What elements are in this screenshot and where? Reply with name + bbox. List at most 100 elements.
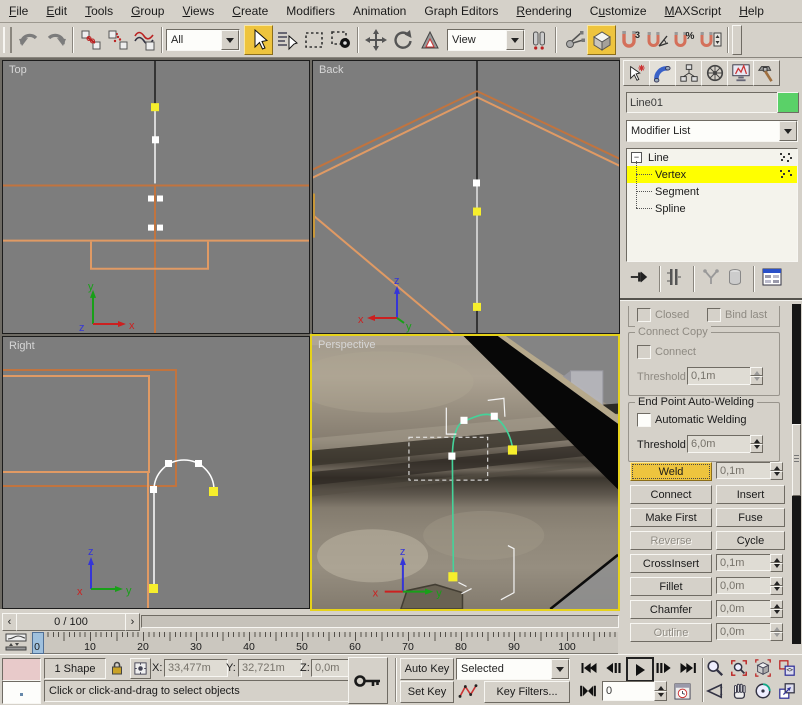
fillet-value-spinner[interactable]	[770, 577, 783, 594]
weld-value-field[interactable]: 0,1m	[716, 462, 776, 479]
select-object-button[interactable]	[244, 25, 273, 55]
connect-button[interactable]: Connect	[630, 485, 712, 504]
weld-button[interactable]: Weld	[630, 462, 712, 481]
percent-snap-button[interactable]: %	[670, 26, 697, 54]
tab-modify[interactable]	[649, 60, 676, 86]
reference-coordsys-dropdown[interactable]: View	[447, 29, 525, 51]
select-and-move-button[interactable]	[362, 26, 389, 54]
maxscript-mini-listener-pink[interactable]	[2, 658, 41, 681]
tab-utilities[interactable]	[753, 60, 780, 86]
select-and-manipulate-button[interactable]	[560, 26, 587, 54]
viewport-right[interactable]: Right z x y	[2, 336, 310, 609]
menu-customize[interactable]: Customize	[581, 4, 656, 18]
connect-checkbox[interactable]	[637, 345, 651, 359]
menu-modifiers[interactable]: Modifiers	[277, 4, 344, 18]
go-to-end-button[interactable]	[677, 658, 699, 678]
next-frame-button[interactable]	[653, 658, 675, 678]
viewport-top-label[interactable]: Top	[9, 64, 27, 76]
show-end-result-button[interactable]	[663, 266, 685, 288]
menu-rendering[interactable]: Rendering	[507, 4, 580, 18]
insert-button[interactable]: Insert	[716, 485, 785, 504]
fuse-button[interactable]: Fuse	[716, 508, 785, 527]
arc-rotate-button[interactable]	[752, 681, 774, 701]
zoom-extents-button[interactable]	[752, 658, 774, 678]
tab-create[interactable]	[623, 60, 650, 86]
select-and-rotate-button[interactable]	[389, 26, 416, 54]
object-name-field[interactable]: Line01	[626, 92, 780, 113]
play-button[interactable]	[626, 657, 654, 682]
select-and-link-button[interactable]	[77, 26, 104, 54]
toolbar-grip[interactable]	[3, 27, 12, 53]
cycle-button[interactable]: Cycle	[716, 531, 785, 550]
time-slider-prev-button[interactable]: ‹	[2, 613, 17, 631]
crossinsert-value-field[interactable]: 0,1m	[716, 554, 776, 571]
menu-tools[interactable]: Tools	[76, 4, 122, 18]
time-slider-handle[interactable]: 0 / 100	[16, 613, 126, 631]
stack-item-spline[interactable]: Spline	[627, 200, 797, 217]
field-of-view-button[interactable]	[704, 681, 726, 701]
menu-views[interactable]: Views	[173, 4, 223, 18]
menu-help[interactable]: Help	[730, 4, 773, 18]
object-color-swatch[interactable]	[777, 92, 799, 113]
lock-selection-button[interactable]	[108, 659, 126, 677]
window-crossing-button[interactable]	[327, 26, 354, 54]
make-first-button[interactable]: Make First	[630, 508, 712, 527]
angle-snap-button[interactable]	[643, 26, 670, 54]
auto-key-button[interactable]: Auto Key	[400, 658, 454, 680]
min-max-toggle-button[interactable]	[776, 681, 798, 701]
stack-item-vertex[interactable]: Vertex	[627, 166, 797, 183]
viewport-top[interactable]: Top y x z	[2, 60, 310, 334]
select-and-scale-button[interactable]	[416, 26, 443, 54]
outline-value-spinner[interactable]	[770, 623, 783, 640]
bind-last-checkbox[interactable]	[707, 308, 721, 322]
unlink-button[interactable]	[104, 26, 131, 54]
modifier-list-dropdown[interactable]: Modifier List	[626, 120, 798, 142]
viewport-perspective[interactable]: Perspective	[310, 334, 620, 611]
set-keys-button[interactable]	[348, 657, 388, 704]
select-by-name-button[interactable]	[273, 26, 300, 54]
weld-threshold-field[interactable]: 6,0m	[687, 435, 755, 453]
absolute-mode-button[interactable]	[130, 658, 151, 679]
go-to-start-button[interactable]	[578, 658, 600, 678]
menu-graph-editors[interactable]: Graph Editors	[415, 4, 507, 18]
outline-button[interactable]: Outline	[630, 623, 712, 642]
redo-button[interactable]	[42, 26, 69, 54]
time-configuration-button[interactable]	[671, 681, 693, 701]
tab-display[interactable]	[727, 60, 754, 86]
dropdown-arrow-icon[interactable]	[221, 30, 239, 50]
mini-curve-editor-button[interactable]	[3, 632, 29, 652]
dropdown-arrow-icon[interactable]	[779, 121, 797, 141]
stack-item-line[interactable]: − Line	[627, 149, 797, 166]
time-slider-next-button[interactable]: ›	[125, 613, 140, 631]
outline-value-field[interactable]: 0,0m	[716, 623, 776, 640]
menu-maxscript[interactable]: MAXScript	[656, 4, 731, 18]
viewport-right-label[interactable]: Right	[9, 340, 35, 352]
chamfer-button[interactable]: Chamfer	[630, 600, 712, 619]
menu-animation[interactable]: Animation	[344, 4, 415, 18]
rectangular-selection-button[interactable]	[300, 26, 327, 54]
bind-to-spacewarp-button[interactable]	[131, 26, 158, 54]
menu-edit[interactable]: Edit	[37, 4, 76, 18]
snap-3d-button[interactable]: 3	[616, 26, 643, 54]
menu-create[interactable]: Create	[223, 4, 277, 18]
weld-value-spinner[interactable]	[770, 462, 783, 479]
time-slider-track[interactable]	[141, 615, 619, 628]
current-frame-spinner[interactable]	[654, 681, 667, 701]
viewport-back[interactable]: Back z x y	[312, 60, 620, 334]
crossinsert-button[interactable]: CrossInsert	[630, 554, 712, 573]
fillet-button[interactable]: Fillet	[630, 577, 712, 596]
crossinsert-value-spinner[interactable]	[770, 554, 783, 571]
dropdown-arrow-icon[interactable]	[506, 30, 524, 50]
zoom-button[interactable]	[704, 658, 726, 678]
make-unique-button[interactable]	[700, 266, 722, 288]
reverse-button[interactable]: Reverse	[630, 531, 712, 550]
panel-scrollbar[interactable]	[792, 304, 801, 644]
viewport-back-label[interactable]: Back	[319, 64, 343, 76]
key-filter-scope-dropdown[interactable]: Selected	[456, 658, 570, 680]
key-mode-toggle-button[interactable]	[578, 681, 598, 701]
tab-motion[interactable]	[701, 60, 728, 86]
default-tangent-button[interactable]	[456, 681, 480, 701]
selection-filter-dropdown[interactable]: All	[166, 29, 240, 51]
tab-hierarchy[interactable]	[675, 60, 702, 86]
pin-stack-button[interactable]	[628, 266, 650, 288]
